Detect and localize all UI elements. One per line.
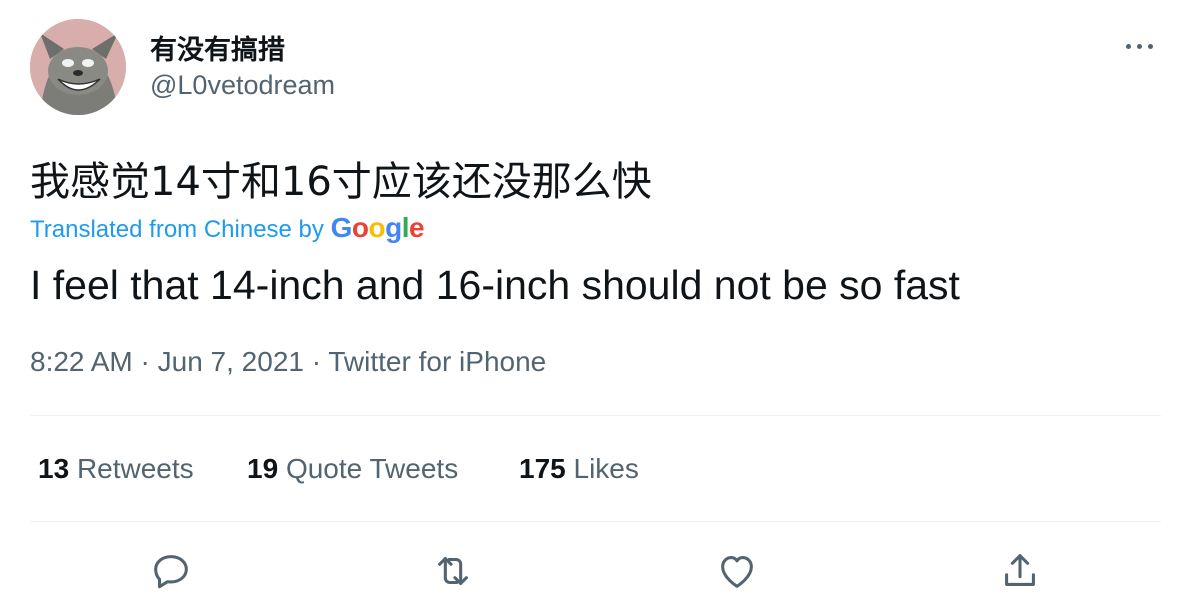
share-icon[interactable] <box>997 548 1043 594</box>
likes-stat[interactable]: 175 Likes <box>519 453 639 485</box>
translation-attribution[interactable]: Translated from Chinese by Google <box>30 212 425 244</box>
likes-label: Likes <box>573 453 639 484</box>
quote-tweets-stat[interactable]: 19 Quote Tweets <box>247 453 458 485</box>
tweet-text-original: 我感觉14寸和16寸应该还没那么快 <box>30 159 652 205</box>
divider <box>30 415 1161 416</box>
avatar-image <box>30 19 126 115</box>
tweet-source[interactable]: Twitter for iPhone <box>328 346 546 377</box>
user-handle[interactable]: @L0vetodream <box>150 70 335 101</box>
more-icon[interactable] <box>1118 28 1162 64</box>
meta-separator: · <box>311 346 322 377</box>
quotes-count: 19 <box>247 453 279 484</box>
translation-label: Translated from Chinese by <box>30 216 331 243</box>
reply-icon[interactable] <box>148 548 194 594</box>
retweets-stat[interactable]: 13 Retweets <box>38 453 194 485</box>
tweet-time[interactable]: 8:22 AM <box>30 346 133 377</box>
quotes-label: Quote Tweets <box>285 453 459 484</box>
tweet-meta: 8:22 AM · Jun 7, 2021 · Twitter for iPho… <box>30 346 546 378</box>
tweet-date[interactable]: Jun 7, 2021 <box>158 346 304 377</box>
retweet-icon[interactable] <box>430 548 476 594</box>
divider <box>30 521 1161 522</box>
google-logo: Google <box>330 212 425 243</box>
meta-separator: · <box>140 346 150 377</box>
tweet-text-translated: I feel that 14-inch and 16-inch should n… <box>30 262 960 308</box>
like-icon[interactable] <box>714 548 760 594</box>
retweets-label: Retweets <box>76 453 194 484</box>
retweets-count: 13 <box>38 453 70 484</box>
display-name[interactable]: 有没有搞措 <box>150 28 285 67</box>
avatar[interactable] <box>30 19 126 115</box>
likes-count: 175 <box>519 453 566 484</box>
